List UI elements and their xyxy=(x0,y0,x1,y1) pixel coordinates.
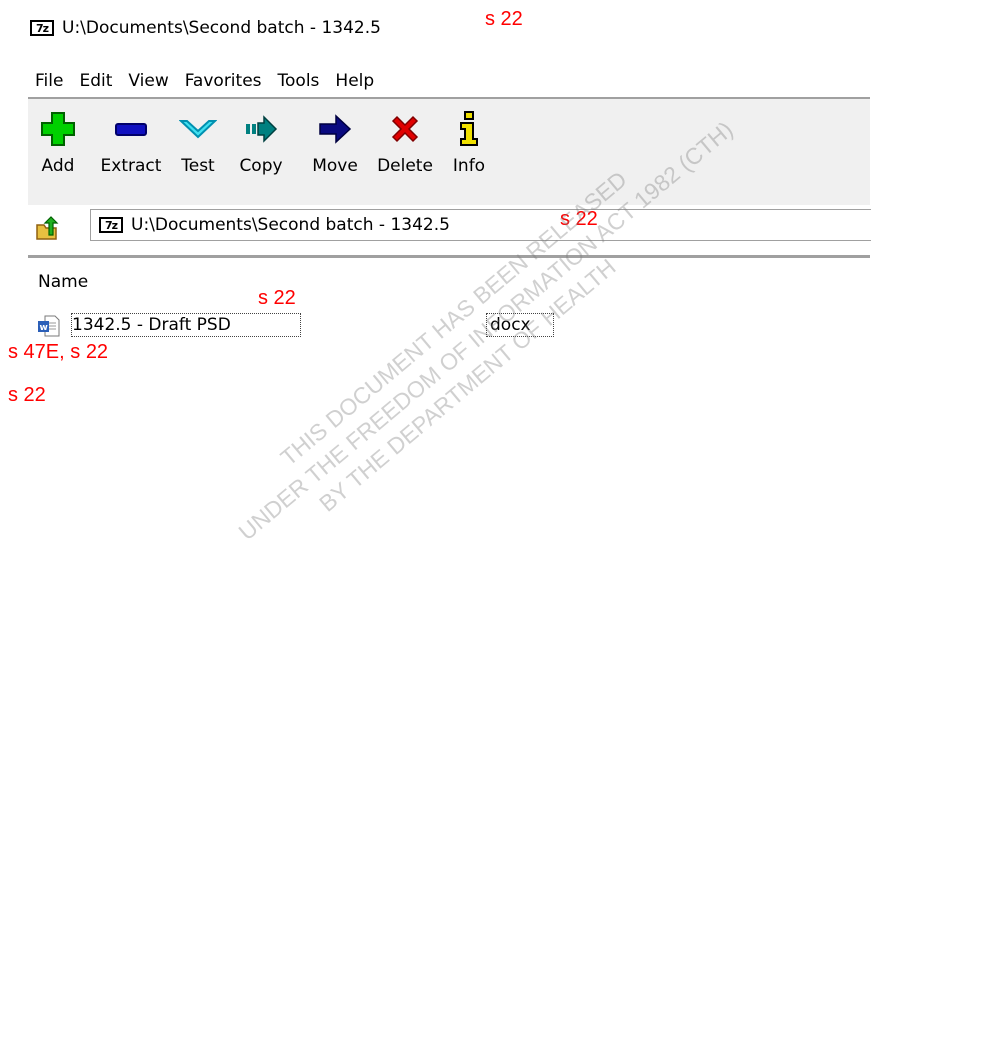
redaction-address: s 22 xyxy=(560,208,598,230)
info-button[interactable]: Info xyxy=(440,99,498,176)
redaction-title: s 22 xyxy=(485,8,523,30)
copy-button[interactable]: Copy xyxy=(222,99,300,176)
address-field[interactable]: 7z U:\Documents\Second batch - 1342.5 xyxy=(90,209,871,241)
7zip-app-icon: 7z xyxy=(30,20,54,36)
redaction-row: s 22 xyxy=(258,287,296,309)
menu-favorites[interactable]: Favorites xyxy=(178,68,269,95)
up-folder-icon[interactable] xyxy=(34,215,60,245)
window-title: U:\Documents\Second batch - 1342.5 xyxy=(62,18,381,38)
toolbar: Add Extract Test Copy Move Delete Info xyxy=(28,97,870,207)
file-extension: docx xyxy=(490,315,531,335)
minus-icon xyxy=(111,109,151,149)
menu-view[interactable]: View xyxy=(121,68,175,95)
file-row[interactable]: w 1342.5 - Draft PSD docx xyxy=(38,313,558,339)
extract-label: Extract xyxy=(100,156,162,176)
menu-file[interactable]: File xyxy=(28,68,70,95)
redaction-left-2: s 22 xyxy=(8,384,46,406)
move-arrow-icon xyxy=(315,109,355,149)
delete-button[interactable]: Delete xyxy=(370,99,440,176)
svg-text:w: w xyxy=(40,323,48,333)
add-button[interactable]: Add xyxy=(28,99,88,176)
file-name: 1342.5 - Draft PSD xyxy=(72,315,231,335)
info-icon xyxy=(449,109,489,149)
delete-x-icon xyxy=(385,109,425,149)
move-label: Move xyxy=(312,156,358,176)
word-document-icon: w xyxy=(38,315,60,341)
check-chevron-icon xyxy=(178,109,218,149)
menu-bar: File Edit View Favorites Tools Help xyxy=(28,68,383,95)
test-label: Test xyxy=(181,156,215,176)
delete-label: Delete xyxy=(377,156,433,176)
column-header-name[interactable]: Name xyxy=(38,272,88,292)
menu-edit[interactable]: Edit xyxy=(72,68,119,95)
copy-arrow-icon xyxy=(241,109,281,149)
plus-icon xyxy=(38,109,78,149)
address-bar-row: 7z U:\Documents\Second batch - 1342.5 xyxy=(28,205,871,258)
window-title-bar: 7z U:\Documents\Second batch - 1342.5 xyxy=(30,14,381,42)
move-button[interactable]: Move xyxy=(300,99,370,176)
test-button[interactable]: Test xyxy=(174,99,222,176)
copy-label: Copy xyxy=(239,156,283,176)
info-label: Info xyxy=(452,156,486,176)
menu-tools[interactable]: Tools xyxy=(271,68,327,95)
menu-help[interactable]: Help xyxy=(328,68,381,95)
add-label: Add xyxy=(41,156,75,176)
address-path: U:\Documents\Second batch - 1342.5 xyxy=(131,215,450,235)
redaction-left-1: s 47E, s 22 xyxy=(8,341,109,363)
extract-button[interactable]: Extract xyxy=(88,99,174,176)
7zip-archive-icon: 7z xyxy=(99,217,123,233)
